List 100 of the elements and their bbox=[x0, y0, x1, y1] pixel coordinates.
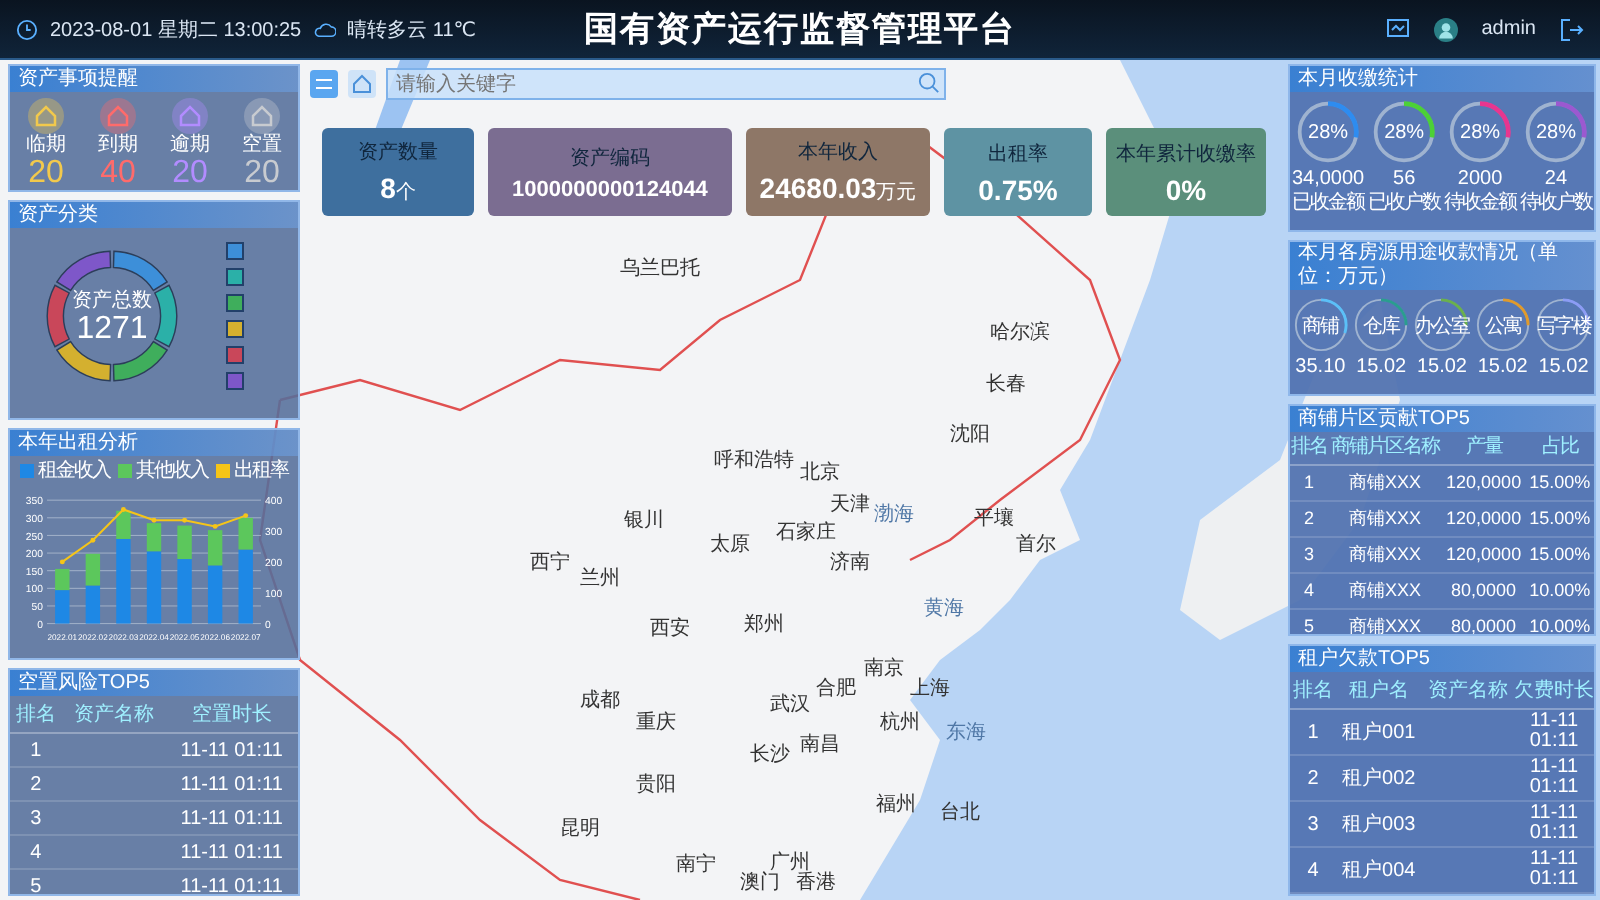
city-label: 南京 bbox=[864, 660, 904, 680]
city-label: 福州 bbox=[876, 796, 916, 816]
house-icon bbox=[244, 98, 280, 134]
table-cell: 11-11 01:11 bbox=[165, 869, 298, 894]
map-icon[interactable] bbox=[310, 70, 338, 98]
weather-text: 晴转多云 11℃ bbox=[347, 17, 476, 43]
line-point bbox=[120, 506, 126, 512]
city-label: 沈阳 bbox=[950, 426, 990, 446]
usage-value: 15.02 bbox=[1538, 354, 1589, 380]
table-cell: 2 bbox=[1290, 755, 1337, 801]
card-value: 24680.03 bbox=[759, 172, 877, 204]
table-cell: 11-11 01:11 bbox=[165, 835, 298, 869]
table-cell: 11-11 01:11 bbox=[165, 733, 298, 767]
table-cell: 5 bbox=[10, 869, 62, 894]
user-name[interactable]: admin bbox=[1481, 18, 1536, 40]
column-header: 空置时长 bbox=[165, 696, 298, 733]
card-value: 8 bbox=[380, 172, 396, 204]
table-cell: 11-11 01:11 bbox=[1514, 755, 1594, 801]
table-cell: 1 bbox=[1290, 709, 1337, 755]
city-label: 成都 bbox=[580, 692, 620, 712]
legend-label: 出租率 bbox=[234, 460, 288, 482]
card-unit: 万元 bbox=[876, 180, 917, 206]
house-icon bbox=[100, 98, 136, 134]
city-label: 重庆 bbox=[636, 714, 676, 734]
table-cell: 10.00% bbox=[1525, 573, 1594, 609]
monitor-icon[interactable] bbox=[1385, 17, 1410, 41]
column-header: 产量 bbox=[1441, 432, 1526, 465]
line-point bbox=[59, 559, 65, 565]
usage-label: 公寓 bbox=[1484, 313, 1521, 339]
city-label: 兰州 bbox=[580, 570, 620, 590]
table-cell: 商铺XXX bbox=[1327, 537, 1442, 573]
city-label: 平壤 bbox=[974, 510, 1014, 530]
column-header: 商铺片区名称 bbox=[1327, 432, 1442, 465]
reminder-count: 20 bbox=[244, 156, 280, 190]
percent-text: 28% bbox=[1384, 121, 1425, 143]
table-cell: 4 bbox=[1290, 573, 1328, 609]
card-label: 本年累计收缴率 bbox=[1116, 141, 1256, 167]
city-label: 杭州 bbox=[880, 714, 920, 734]
percent-text: 28% bbox=[1460, 121, 1501, 143]
table-cell: 15.00% bbox=[1525, 465, 1594, 501]
usage-label: 仓库 bbox=[1363, 313, 1400, 339]
reminder-label: 逾期 bbox=[170, 134, 210, 156]
table-cell: 商铺XXX bbox=[1327, 501, 1442, 537]
sea-label: 渤海 bbox=[874, 506, 914, 526]
column-header: 排名 bbox=[10, 696, 62, 733]
table-cell: 15.00% bbox=[1525, 501, 1594, 537]
line-point bbox=[90, 537, 96, 543]
stat-label: 已收户数 bbox=[1368, 192, 1441, 214]
city-label: 上海 bbox=[910, 680, 950, 700]
donut-total: 1271 bbox=[76, 312, 148, 346]
search-field[interactable]: 请输入关键字 bbox=[386, 68, 946, 100]
city-label: 呼和浩特 bbox=[714, 452, 794, 472]
table-cell: 3 bbox=[1290, 537, 1328, 573]
column-header: 租户名 bbox=[1336, 672, 1422, 709]
stat-value: 24 bbox=[1544, 166, 1568, 191]
panel-title: 本年出租分析 bbox=[10, 430, 298, 456]
city-label: 郑州 bbox=[744, 616, 784, 636]
line-point bbox=[243, 513, 249, 519]
city-label: 太原 bbox=[710, 536, 750, 556]
city-label: 合肥 bbox=[816, 680, 856, 700]
table-cell: 11-11 01:11 bbox=[165, 801, 298, 835]
table-cell: 11-11 01:11 bbox=[1514, 801, 1594, 847]
city-label: 天津 bbox=[830, 496, 870, 516]
house-icon bbox=[172, 98, 208, 134]
reminder-count: 20 bbox=[172, 156, 208, 190]
card-label: 出租率 bbox=[988, 141, 1048, 167]
city-label: 南宁 bbox=[676, 856, 716, 876]
reminder-label: 空置 bbox=[242, 134, 282, 156]
reminder-label: 到期 bbox=[98, 134, 138, 156]
table-cell: 1 bbox=[10, 733, 62, 767]
usage-value: 35.10 bbox=[1295, 354, 1346, 380]
table-cell: 120,0000 bbox=[1441, 501, 1526, 537]
search-icon[interactable] bbox=[918, 72, 940, 94]
sea-label: 黄海 bbox=[924, 600, 964, 620]
reminder-count: 20 bbox=[28, 156, 64, 190]
city-label: 西安 bbox=[650, 620, 690, 640]
city-label: 昆明 bbox=[560, 820, 600, 840]
column-header: 欠费时长 bbox=[1514, 672, 1594, 709]
table-cell: 15.00% bbox=[1525, 537, 1594, 573]
home-icon[interactable] bbox=[348, 70, 376, 98]
usage-value: 15.02 bbox=[1416, 354, 1467, 380]
table-cell: 3 bbox=[10, 801, 62, 835]
usage-value: 15.02 bbox=[1477, 354, 1528, 380]
table-cell: 80,0000 bbox=[1441, 573, 1526, 609]
table-cell: 11-11 01:11 bbox=[1514, 709, 1594, 755]
table-cell: 11-11 01:11 bbox=[165, 767, 298, 801]
table-cell: 120,0000 bbox=[1441, 465, 1526, 501]
table-cell: 2 bbox=[10, 767, 62, 801]
city-label: 香港 bbox=[796, 874, 836, 894]
logout-icon[interactable] bbox=[1560, 17, 1584, 41]
city-label: 首尔 bbox=[1016, 536, 1056, 556]
card-label: 本年收入 bbox=[798, 139, 878, 166]
city-label: 南昌 bbox=[800, 736, 840, 756]
table-cell: 租户002 bbox=[1336, 755, 1422, 801]
stat-value: 2000 bbox=[1457, 166, 1503, 191]
table-cell: 4 bbox=[10, 835, 62, 869]
column-header: 资产名称 bbox=[1421, 672, 1514, 709]
column-header: 占比 bbox=[1525, 432, 1594, 465]
usage-label: 商铺 bbox=[1302, 313, 1339, 339]
stat-label: 已收金额 bbox=[1292, 192, 1365, 214]
